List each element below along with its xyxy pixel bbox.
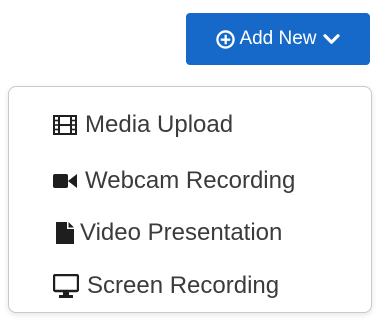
add-new-label: Add New — [239, 28, 317, 49]
plus-circle-icon — [216, 29, 236, 49]
film-icon — [53, 115, 77, 135]
menu-item-media-upload[interactable]: Media Upload — [53, 108, 233, 142]
menu-item-label: Webcam Recording — [85, 167, 296, 194]
menu-item-webcam-recording[interactable]: Webcam Recording — [53, 164, 295, 198]
video-camera-icon — [53, 174, 77, 188]
chevron-down-icon — [322, 33, 340, 44]
menu-item-screen-recording[interactable]: Screen Recording — [53, 269, 279, 303]
add-new-dropdown-menu: Media Upload Webcam Recording Video Pres… — [8, 86, 372, 313]
add-new-button[interactable]: Add New — [186, 13, 370, 65]
menu-item-label: Media Upload — [85, 111, 234, 138]
menu-item-label: Screen Recording — [87, 272, 280, 299]
menu-item-video-presentation[interactable]: Video Presentation — [53, 216, 282, 250]
menu-item-label: Video Presentation — [80, 219, 283, 246]
file-icon — [56, 222, 74, 244]
monitor-icon — [53, 274, 79, 298]
